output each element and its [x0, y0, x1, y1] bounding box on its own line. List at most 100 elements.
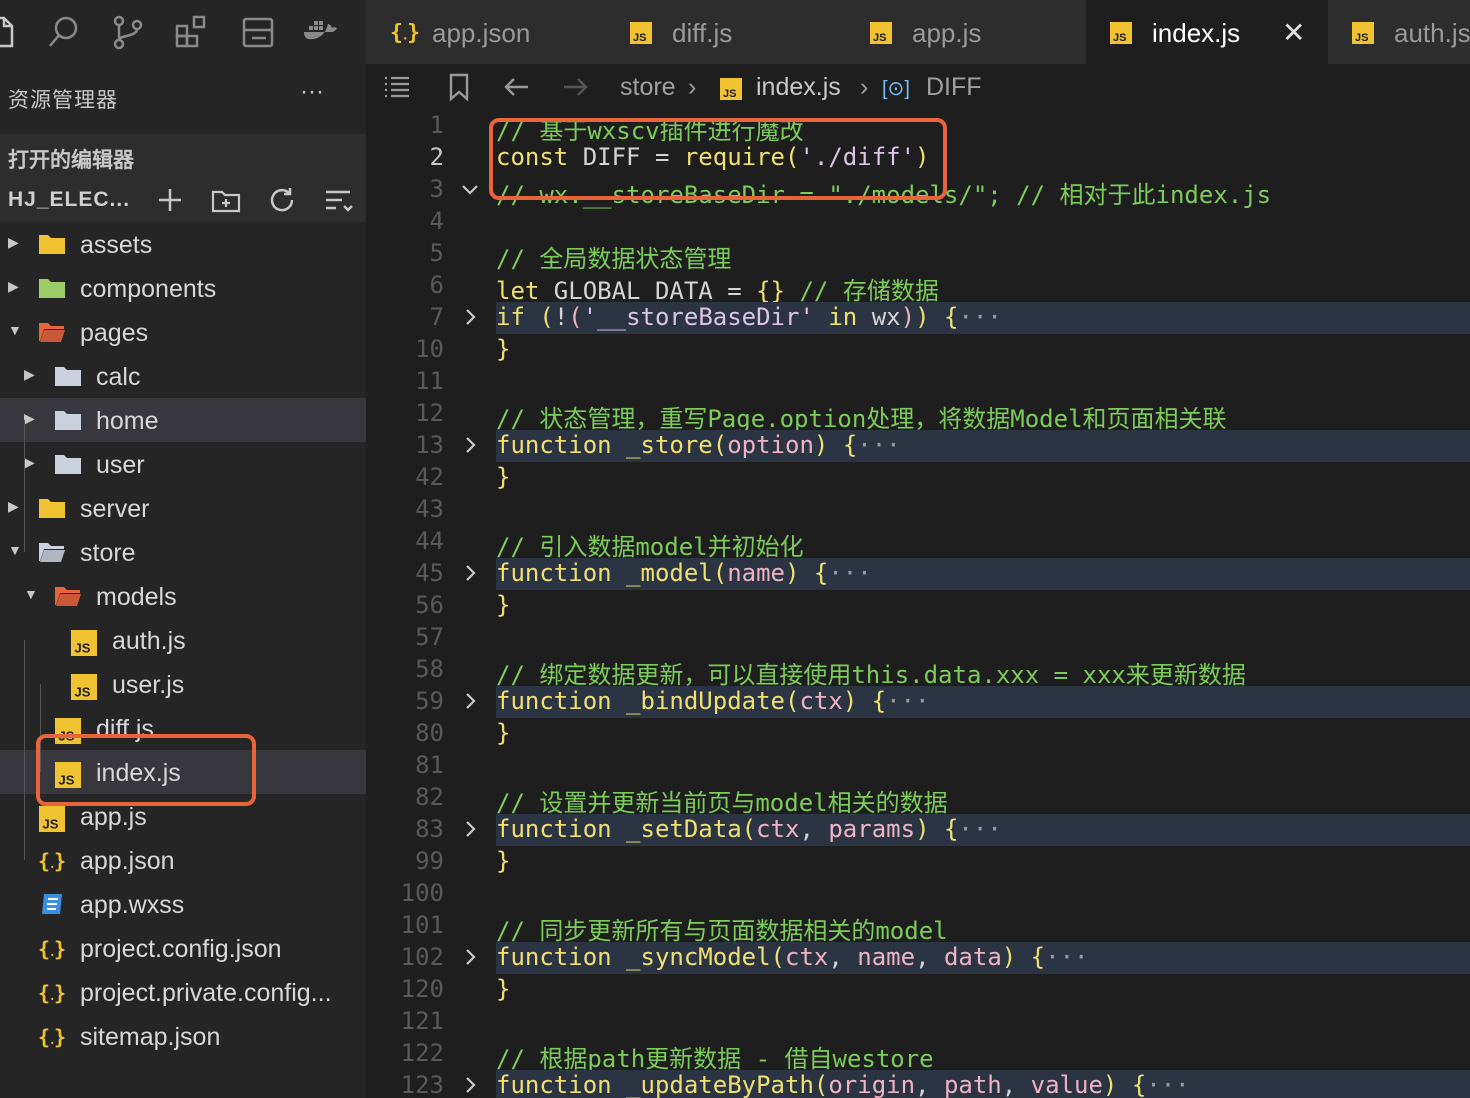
folded-ellipsis[interactable]: ···: [958, 303, 1001, 331]
tree-item-components[interactable]: ▶ components: [0, 266, 366, 310]
tree-item-user-js[interactable]: JS user.js: [0, 662, 366, 706]
activity-bar: [0, 0, 366, 64]
chevron-right-icon[interactable]: ▶: [24, 454, 38, 474]
tab-app-json[interactable]: {.} app.json: [366, 0, 607, 64]
breadcrumb-file[interactable]: index.js: [756, 73, 841, 102]
tree-item-app-json[interactable]: {.} app.json: [0, 838, 366, 882]
tree-item-user[interactable]: ▶ user: [0, 442, 366, 486]
code-line[interactable]: 101 // 同步更新所有与页面数据相关的model: [366, 910, 1470, 945]
code-line[interactable]: 58 // 绑定数据更新，可以直接使用this.data.xxx = xxx来更新…: [366, 654, 1470, 689]
forward-arrow-icon[interactable]: [560, 72, 590, 102]
code-line[interactable]: 11: [366, 366, 1470, 398]
chevron-right-icon[interactable]: [460, 304, 480, 330]
code-line[interactable]: 83 function _setData(ctx, params) {···: [415, 814, 1470, 846]
tree-item-store[interactable]: ▼ store: [0, 530, 366, 574]
code-line[interactable]: 56}: [366, 590, 1470, 622]
chevron-down-icon[interactable]: ▼: [8, 542, 22, 562]
code-line[interactable]: 42}: [366, 462, 1470, 494]
folded-ellipsis[interactable]: ···: [828, 559, 871, 587]
folded-ellipsis[interactable]: ···: [1146, 1071, 1189, 1098]
code-line[interactable]: 4: [366, 206, 1470, 238]
code-line[interactable]: 121: [366, 1006, 1470, 1038]
tab-auth-js[interactable]: JS auth.js: [1328, 0, 1470, 64]
folded-ellipsis[interactable]: ···: [886, 687, 929, 715]
code-line[interactable]: 82 // 设置并更新当前页与model相关的数据: [366, 782, 1470, 817]
more-actions-button[interactable]: ···: [300, 78, 324, 106]
project-section[interactable]: HJ_ELEC...: [0, 178, 366, 222]
layout-icon[interactable]: [240, 14, 276, 50]
bookmark-icon[interactable]: [444, 72, 474, 102]
files-icon[interactable]: [0, 14, 22, 50]
chevron-right-icon[interactable]: ▶: [8, 278, 22, 298]
tree-item-auth-js[interactable]: JS auth.js: [0, 618, 366, 662]
code-line[interactable]: 123 function _updateByPath(origin, path, …: [401, 1070, 1470, 1098]
code-line[interactable]: 59 function _bindUpdate(ctx) {···: [415, 686, 1470, 718]
tree-item-home[interactable]: ▶ home: [0, 398, 366, 442]
source-control-icon[interactable]: [110, 14, 146, 50]
chevron-down-icon[interactable]: ▼: [24, 586, 38, 606]
tree-item-app-wxss[interactable]: app.wxss: [0, 882, 366, 926]
extensions-icon[interactable]: [174, 14, 210, 50]
code-line[interactable]: 100: [366, 878, 1470, 910]
chevron-down-icon[interactable]: [460, 176, 480, 202]
list-icon[interactable]: [382, 72, 412, 102]
line-number: 100: [400, 879, 444, 907]
search-icon[interactable]: [46, 14, 82, 50]
back-arrow-icon[interactable]: [502, 72, 532, 102]
folded-ellipsis[interactable]: ···: [857, 431, 900, 459]
code-line[interactable]: 7 if (!('__storeBaseDir' in wx)) {···: [430, 302, 1470, 334]
code-line[interactable]: 13 function _store(option) {···: [415, 430, 1470, 462]
code-token: ): [785, 559, 800, 587]
breadcrumb-folder[interactable]: store: [620, 73, 676, 102]
line-number: 10: [415, 335, 444, 363]
chevron-right-icon[interactable]: ▶: [24, 410, 38, 430]
tab-app-js[interactable]: JS app.js: [846, 0, 1087, 64]
breadcrumb-symbol[interactable]: DIFF: [926, 73, 982, 102]
code-editor[interactable]: 1// 基于wxscv插件进行魔改 2 const DIFF = require('…: [366, 110, 1470, 1098]
tree-item-sitemap-json[interactable]: {.} sitemap.json: [0, 1014, 366, 1058]
tree-item-models[interactable]: ▼ models: [0, 574, 366, 618]
folded-ellipsis[interactable]: ···: [1045, 943, 1088, 971]
chevron-right-icon[interactable]: [460, 1072, 480, 1098]
code-line[interactable]: 120}: [366, 974, 1470, 1006]
code-line[interactable]: 44 // 引入数据model并初始化: [366, 526, 1470, 561]
chevron-right-icon[interactable]: [460, 944, 480, 970]
tree-item-project-config-json[interactable]: {.} project.config.json: [0, 926, 366, 970]
code-line[interactable]: 5 // 全局数据状态管理: [366, 238, 1470, 273]
code-line[interactable]: 10}: [366, 334, 1470, 366]
code-line[interactable]: 81: [366, 750, 1470, 782]
code-line[interactable]: 6 let GLOBAL_DATA = {} // 存储数据: [366, 270, 1470, 305]
chevron-right-icon[interactable]: [460, 688, 480, 714]
css-file-icon: [38, 891, 66, 917]
code-line[interactable]: 102 function _syncModel(ctx, name, data) …: [401, 942, 1470, 974]
code-line[interactable]: 43: [366, 494, 1470, 526]
code-line[interactable]: 122 // 根据path更新数据 - 借自westore: [366, 1038, 1470, 1073]
chevron-right-icon[interactable]: ▶: [8, 234, 22, 254]
tree-item-pages[interactable]: ▼ pages: [0, 310, 366, 354]
collapse-all-icon[interactable]: [322, 184, 354, 216]
chevron-right-icon[interactable]: [460, 560, 480, 586]
code-line[interactable]: 45 function _model(name) {···: [415, 558, 1470, 590]
code-line[interactable]: 57: [366, 622, 1470, 654]
chevron-right-icon[interactable]: [460, 432, 480, 458]
new-folder-icon[interactable]: [210, 184, 242, 216]
close-icon[interactable]: ✕: [1282, 16, 1305, 49]
tree-item-project-private-config[interactable]: {.} project.private.config...: [0, 970, 366, 1014]
tab-diff-js[interactable]: JS diff.js: [606, 0, 847, 64]
code-line[interactable]: 99}: [366, 846, 1470, 878]
chevron-down-icon[interactable]: ▼: [8, 322, 22, 342]
chevron-right-icon[interactable]: ▶: [24, 366, 38, 386]
open-editors-section[interactable]: 打开的编辑器: [0, 134, 366, 178]
folded-ellipsis[interactable]: ···: [958, 815, 1001, 843]
refresh-icon[interactable]: [266, 184, 298, 216]
tree-item-assets[interactable]: ▶ assets: [0, 222, 366, 266]
chevron-right-icon[interactable]: [460, 816, 480, 842]
tab-index-js[interactable]: JS index.js ✕: [1086, 0, 1329, 64]
tree-item-calc[interactable]: ▶ calc: [0, 354, 366, 398]
code-line[interactable]: 12 // 状态管理，重写Page.option处理，将数据Model和页面相关联: [366, 398, 1470, 433]
tree-item-server[interactable]: ▶ server: [0, 486, 366, 530]
docker-icon[interactable]: [302, 14, 338, 50]
code-line[interactable]: 80}: [366, 718, 1470, 750]
new-file-icon[interactable]: [154, 184, 186, 216]
chevron-right-icon[interactable]: ▶: [8, 498, 22, 518]
